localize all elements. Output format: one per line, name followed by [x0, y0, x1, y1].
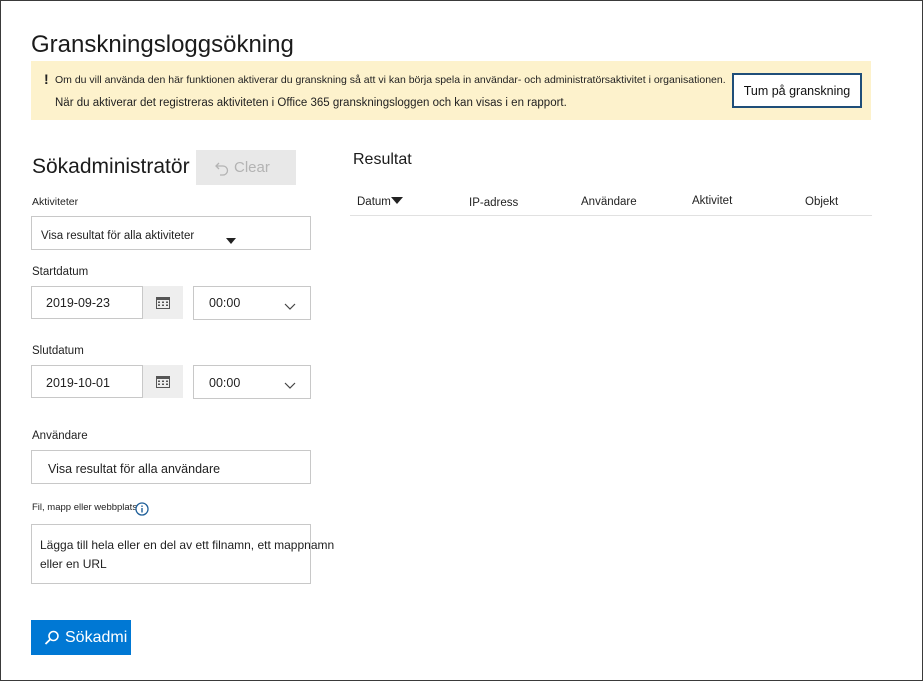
column-header-date[interactable]: Datum	[357, 196, 403, 208]
column-header-user[interactable]: Användare	[581, 196, 637, 208]
users-label: Användare	[32, 430, 88, 442]
turn-on-auditing-button[interactable]: Tum på granskning	[732, 73, 862, 108]
column-label: Datum	[357, 196, 391, 208]
activities-value: Visa resultat för alla aktiviteter	[41, 230, 195, 242]
end-calendar-button[interactable]	[143, 365, 183, 398]
search-section-title: Sökadministratör	[32, 155, 190, 178]
chevron-down-icon	[284, 377, 296, 395]
column-header-ip[interactable]: IP-adress	[469, 197, 518, 209]
end-date-label: Slutdatum	[32, 345, 84, 357]
end-time-value: 00:00	[209, 376, 241, 390]
clear-label: Clear	[234, 159, 270, 176]
end-time-dropdown[interactable]: 00:00	[193, 365, 311, 399]
caret-down-icon	[226, 231, 236, 249]
start-calendar-button[interactable]	[143, 286, 183, 319]
window-frame: Granskningsloggsökning ! Om du vill anvä…	[0, 0, 923, 681]
undo-icon	[215, 162, 229, 176]
calendar-icon	[156, 297, 170, 309]
start-date-value: 2019-09-23	[46, 296, 110, 310]
file-input-placeholder: Lägga till hela eller en del av ett filn…	[40, 538, 335, 571]
start-time-dropdown[interactable]: 00:00	[193, 286, 311, 320]
start-date-input[interactable]: 2019-09-23	[31, 286, 143, 319]
users-input[interactable]: Visa resultat för alla användare	[31, 450, 311, 484]
end-date-value: 2019-10-01	[46, 376, 110, 390]
end-date-input[interactable]: 2019-10-01	[31, 365, 143, 398]
banner-message-line2: När du aktiverar det registreras aktivit…	[55, 97, 567, 109]
info-icon[interactable]	[135, 502, 149, 521]
column-header-item[interactable]: Objekt	[805, 196, 838, 208]
clear-button[interactable]: Clear	[196, 150, 296, 185]
search-button-label: Sökadmi	[65, 628, 128, 646]
search-button[interactable]: Sökadmi	[31, 620, 131, 655]
audit-warning-banner: ! Om du vill använda den här funktionen …	[31, 61, 871, 120]
column-header-activity[interactable]: Aktivitet	[692, 195, 732, 207]
calendar-icon	[156, 376, 170, 388]
activities-dropdown[interactable]: Visa resultat för alla aktiviteter	[31, 216, 311, 250]
warning-icon: !	[44, 71, 49, 87]
results-title: Resultat	[353, 151, 412, 168]
banner-message-line1: Om du vill använda den här funktionen ak…	[55, 74, 726, 86]
start-time-value: 00:00	[209, 296, 241, 310]
users-value: Visa resultat för alla användare	[48, 462, 221, 476]
file-label: Fil, mapp eller webbplats	[32, 502, 138, 513]
chevron-down-icon	[284, 298, 296, 316]
activities-label: Aktiviteter	[32, 196, 79, 208]
search-icon	[44, 630, 59, 645]
results-header-divider	[350, 215, 872, 216]
sort-descending-icon	[391, 195, 403, 207]
start-date-label: Startdatum	[32, 266, 89, 278]
file-folder-site-input[interactable]: Lägga till hela eller en del av ett filn…	[31, 524, 334, 584]
page-title: Granskningsloggsökning	[31, 31, 294, 58]
